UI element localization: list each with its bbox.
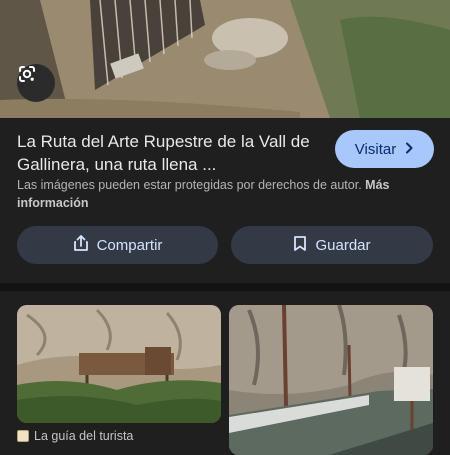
related-images-grid: La guía del turista <box>0 291 450 455</box>
hero-photo <box>0 0 450 118</box>
related-image-source[interactable]: La guía del turista <box>17 429 133 443</box>
visit-button-label: Visitar <box>354 140 397 158</box>
copyright-text: Las imágenes pueden estar protegidas por… <box>17 178 362 192</box>
share-button-label: Compartir <box>96 236 163 254</box>
section-divider <box>0 283 450 291</box>
related-image-thumbnail[interactable] <box>17 305 221 423</box>
share-button[interactable]: Compartir <box>17 226 218 264</box>
hero-image[interactable] <box>0 0 450 118</box>
google-lens-button[interactable] <box>17 64 55 102</box>
visit-button[interactable]: Visitar <box>335 130 434 168</box>
bookmark-icon <box>293 235 307 256</box>
site-favicon-icon <box>17 430 29 442</box>
source-name: La guía del turista <box>34 429 134 443</box>
result-title[interactable]: La Ruta del Arte Rupestre de la Vall de … <box>17 130 327 176</box>
save-button[interactable]: Guardar <box>231 226 433 264</box>
walkway-photo <box>229 305 433 455</box>
save-button-label: Guardar <box>315 236 371 254</box>
related-image-thumbnail[interactable] <box>229 305 433 455</box>
copyright-notice: Las imágenes pueden estar protegidas por… <box>17 176 433 212</box>
cliff-house-photo <box>17 305 221 423</box>
result-info-panel: La Ruta del Arte Rupestre de la Vall de … <box>0 118 450 283</box>
chevron-right-icon <box>404 141 414 158</box>
share-icon <box>73 234 89 256</box>
